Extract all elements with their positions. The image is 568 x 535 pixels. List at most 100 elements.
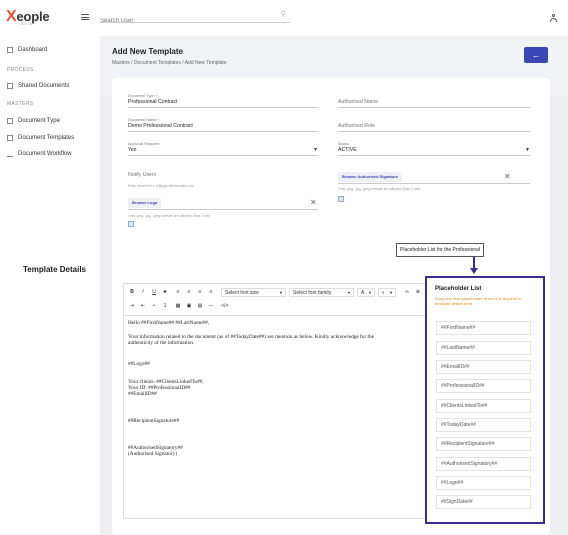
field-value: Demo Professional Contract: [128, 123, 193, 129]
user-icon[interactable]: [550, 14, 557, 22]
logo-image-placeholder: [128, 221, 134, 227]
signature-image-placeholder: [338, 196, 344, 202]
search-icon[interactable]: ⚲: [281, 10, 286, 18]
close-icon[interactable]: ✕: [504, 173, 511, 181]
document-icon: [7, 118, 13, 124]
placeholder-annotation-label: Placeholder List for the Professional: [396, 243, 485, 257]
embed-icon[interactable]: ▤: [196, 303, 204, 310]
code-view-icon[interactable]: </>: [221, 303, 229, 310]
doc-line: ##EmailID##: [128, 391, 157, 397]
arrow-left-icon: ←: [531, 50, 541, 60]
browse-signature-button[interactable]: Browse Authorised Signature: [338, 172, 403, 182]
field-label: Document Type *: [128, 94, 158, 98]
search-bar: ⚲: [100, 9, 290, 24]
placeholder-item[interactable]: ##ProfessionalID##: [436, 379, 531, 393]
highlight-select[interactable]: ◐ ▼: [378, 288, 396, 297]
close-icon[interactable]: ✕: [310, 199, 317, 207]
notify-users-field[interactable]: Notify Users: [128, 170, 318, 182]
sidebar-item-document-workflow[interactable]: Document Workflow: [7, 151, 72, 157]
placeholder-item[interactable]: ##EmailID##: [436, 360, 531, 374]
chevron-down-icon: ▼: [368, 290, 372, 295]
horizontal-rule-icon[interactable]: —: [207, 303, 215, 310]
placeholder-list-panel: Placeholder List Drag and drop placehold…: [425, 276, 545, 524]
align-left-icon[interactable]: ≡: [174, 289, 182, 296]
placeholder-item[interactable]: ##FirstName##: [436, 321, 531, 335]
unlink-icon[interactable]: ⊕: [414, 289, 422, 296]
browse-logo-button[interactable]: Browse Logo: [128, 198, 162, 208]
field-value: Professional Contract: [128, 99, 178, 105]
field-placeholder: Authorised Role: [338, 123, 375, 129]
highlight-icon: ◐: [382, 290, 386, 296]
sidebar-item-dashboard[interactable]: Dashboard: [7, 47, 47, 53]
sidebar-item-label: Shared Documents: [18, 83, 70, 89]
bold-icon[interactable]: B: [128, 289, 136, 296]
back-button[interactable]: ←: [524, 47, 548, 63]
dashboard-icon: [7, 47, 13, 53]
chevron-down-icon: ▼: [525, 147, 530, 153]
doc-line: ##Logo##: [128, 361, 150, 367]
doc-line: ##RecipientSignature##: [128, 418, 180, 424]
sidebar-item-document-templates[interactable]: Document Templates: [7, 135, 74, 141]
font-color-icon: A: [361, 290, 365, 296]
chevron-down-icon: ▼: [389, 290, 393, 295]
placeholder-list-description: Drag and drop placeholder where it is re…: [435, 296, 522, 306]
font-family-value: Select font family: [293, 290, 332, 296]
field-placeholder: Notify Users: [128, 172, 157, 178]
field-value: Yes: [128, 147, 137, 153]
search-input[interactable]: [100, 18, 270, 24]
font-color-select[interactable]: A ▼: [357, 288, 375, 297]
align-justify-icon[interactable]: ≡: [207, 289, 215, 296]
status-select[interactable]: Status ACTIVE ▼: [338, 142, 530, 156]
authorised-role-field[interactable]: Authorised Role: [338, 118, 530, 132]
logo-x: X: [6, 8, 17, 25]
logo[interactable]: Xeople ASIA: [6, 8, 50, 26]
authorised-name-field[interactable]: Authorised Name: [338, 94, 530, 108]
placeholder-list-title: Placeholder List: [435, 286, 482, 292]
field-value: ACTIVE: [338, 147, 357, 153]
placeholder-item[interactable]: ##ClientsLinkedTo##: [436, 399, 531, 413]
signature-underline: [338, 183, 530, 184]
sidebar-item-label: Document Type: [18, 118, 60, 124]
chevron-down-icon: ▼: [313, 147, 318, 153]
document-type-select[interactable]: Document Type * Professional Contract: [128, 94, 318, 108]
underline-icon[interactable]: U: [150, 289, 158, 296]
placeholder-item[interactable]: ##SignDate##: [436, 495, 531, 509]
field-label: Approval Required: [128, 142, 160, 146]
placeholder-item[interactable]: ##Logo##: [436, 476, 531, 490]
align-right-icon[interactable]: ≡: [196, 289, 204, 296]
field-label: Status: [338, 142, 349, 146]
placeholder-item[interactable]: ##LastName##: [436, 341, 531, 355]
placeholder-item[interactable]: ##TodayDate##: [436, 418, 531, 432]
link-icon[interactable]: ∞: [403, 289, 411, 296]
form-card: Document Type * Professional Contract Au…: [112, 78, 550, 276]
template-editor[interactable]: B I U a ≡ ≡ ≡ ≡ Select font size ▼ Select…: [123, 283, 427, 519]
sidebar-item-shared-documents[interactable]: Shared Documents: [7, 83, 69, 89]
align-center-icon[interactable]: ≡: [185, 289, 193, 296]
field-placeholder: Authorised Name: [338, 99, 379, 105]
image-icon[interactable]: ▣: [185, 303, 193, 310]
italic-icon[interactable]: I: [139, 289, 147, 296]
chevron-down-icon: ▼: [347, 290, 351, 295]
placeholder-item[interactable]: ##AuthorisedSignatory##: [436, 457, 531, 471]
outdent-icon[interactable]: ⇤: [139, 303, 147, 310]
bullet-list-icon[interactable]: •: [150, 303, 158, 310]
sidebar-item-label: Dashboard: [18, 47, 48, 53]
indent-icon[interactable]: ⇥: [128, 303, 136, 310]
placeholder-item[interactable]: ##RecipientSignature##: [436, 437, 531, 451]
topbar: Xeople ASIA ⚲: [0, 0, 568, 36]
sidebar-item-document-type[interactable]: Document Type: [7, 118, 60, 124]
font-family-select[interactable]: Select font family ▼: [289, 288, 354, 297]
sidebar-item-label: Document Templates: [18, 135, 75, 141]
numbered-list-icon[interactable]: 1: [161, 303, 169, 310]
arrow-down-icon: [470, 268, 478, 274]
document-icon: [7, 83, 13, 89]
document-name-field[interactable]: Document Name * Demo Professional Contra…: [128, 118, 318, 132]
doc-line: authenticity of the information.: [128, 340, 195, 346]
font-size-select[interactable]: Select font size ▼: [221, 288, 286, 297]
page-title: Add New Template: [112, 47, 183, 56]
strikethrough-icon[interactable]: a: [161, 289, 169, 296]
table-icon[interactable]: ▦: [174, 303, 182, 310]
menu-icon[interactable]: [81, 14, 89, 20]
field-label: Document Name *: [128, 118, 160, 122]
approval-required-select[interactable]: Approval Required Yes ▼: [128, 142, 318, 156]
